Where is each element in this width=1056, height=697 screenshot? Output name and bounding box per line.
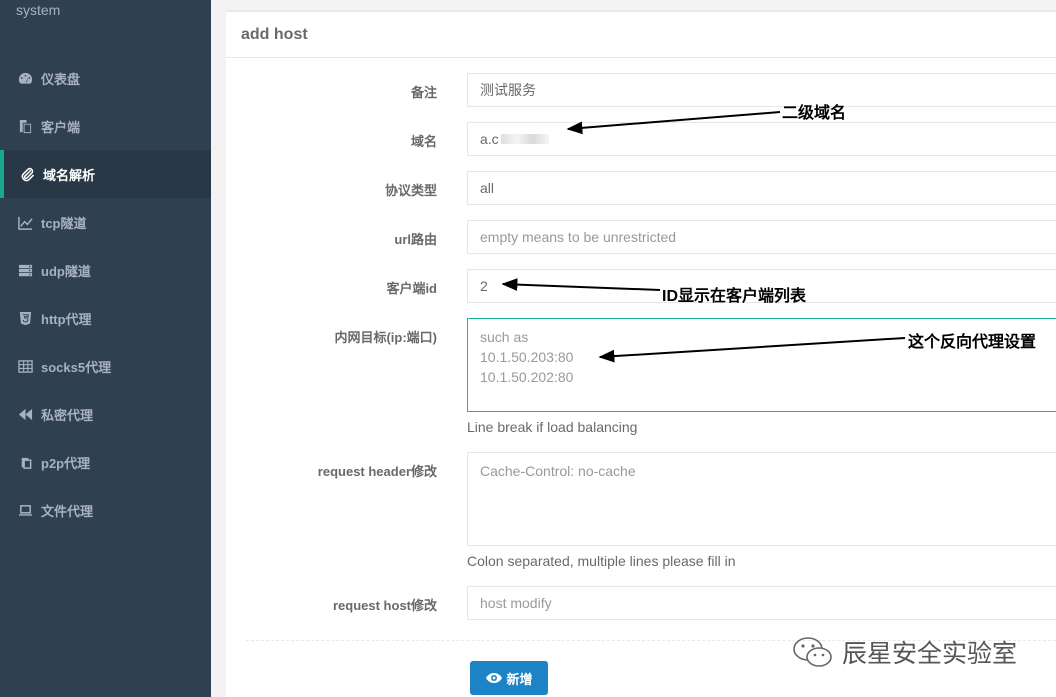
sidebar: system 仪表盘 客户端 域名解析 tcp隧道 udp隧道 http代理 s… [0, 0, 211, 697]
sidebar-item-label: udp隧道 [41, 263, 91, 279]
protocol-select[interactable]: all [467, 171, 1056, 205]
sidebar-item-label: p2p代理 [41, 455, 91, 471]
url-route-input[interactable]: empty means to be unrestricted [467, 220, 1056, 254]
sidebar-item-dashboard[interactable]: 仪表盘 [0, 54, 211, 102]
domain-label: 域名 [410, 134, 437, 149]
url-route-placeholder: empty means to be unrestricted [480, 229, 677, 245]
client-id-label: 客户端id [386, 281, 437, 296]
sidebar-item-label: 客户端 [41, 119, 81, 135]
watermark: 辰星安全实验室 [792, 634, 1017, 670]
sidebar-item-label: tcp隧道 [41, 215, 87, 231]
sidebar-item-p2p[interactable]: p2p代理 [0, 438, 211, 486]
paperclip-icon [18, 166, 36, 182]
sidebar-item-label: 私密代理 [41, 407, 94, 423]
sidebar-item-label: http代理 [41, 311, 92, 327]
panel-title: add host [226, 12, 1056, 58]
sidebar-item-domain[interactable]: 域名解析 [0, 150, 211, 198]
laptop-icon [16, 502, 34, 518]
add-button-label: 新增 [506, 671, 533, 687]
sidebar-item-label: 仪表盘 [41, 71, 81, 87]
backward-icon [16, 406, 34, 422]
request-header-textarea[interactable]: Cache-Control: no-cache [467, 452, 1056, 546]
sidebar-item-label: 域名解析 [43, 167, 96, 183]
sidebar-nav: 仪表盘 客户端 域名解析 tcp隧道 udp隧道 http代理 socks5代理… [0, 54, 211, 534]
target-line: such as [480, 329, 529, 345]
sidebar-item-clients[interactable]: 客户端 [0, 102, 211, 150]
eye-icon [486, 673, 503, 683]
clone-icon [16, 454, 34, 470]
protocol-label: 协议类型 [384, 183, 437, 198]
remark-input[interactable]: 测试服务 [467, 73, 1056, 107]
html5-icon [16, 310, 34, 326]
url-route-label: url路由 [394, 232, 437, 247]
target-line: 10.1.50.202:80 [480, 369, 574, 385]
sidebar-item-tcp[interactable]: tcp隧道 [0, 198, 211, 246]
request-header-help: Colon separated, multiple lines please f… [467, 553, 736, 569]
sidebar-item-file[interactable]: 文件代理 [0, 486, 211, 534]
request-host-label: request host修改 [332, 598, 437, 613]
add-button[interactable]: 新增 [470, 661, 548, 695]
client-id-value: 2 [480, 278, 488, 294]
domain-input[interactable]: a.c [467, 122, 1056, 156]
domain-value: a.c [480, 131, 499, 147]
table-icon [16, 358, 34, 374]
target-annotation: 这个反向代理设置 [908, 334, 1037, 351]
watermark-text: 辰星安全实验室 [842, 640, 1018, 668]
sidebar-item-secret[interactable]: 私密代理 [0, 390, 211, 438]
request-header-label: request header修改 [317, 464, 437, 479]
target-line: 10.1.50.203:80 [480, 349, 574, 365]
request-header-placeholder: Cache-Control: no-cache [480, 463, 636, 479]
sidebar-item-label: socks5代理 [41, 359, 112, 375]
target-help: Line break if load balancing [467, 419, 638, 435]
target-label: 内网目标(ip:端口) [334, 330, 437, 345]
request-host-placeholder: host modify [480, 595, 552, 611]
request-host-input[interactable]: host modify [467, 586, 1056, 620]
protocol-value: all [480, 180, 495, 196]
remark-label: 备注 [410, 85, 437, 100]
line-chart-icon [16, 214, 34, 230]
server-icon [16, 262, 34, 278]
sidebar-item-label: 文件代理 [41, 503, 94, 519]
dashboard-icon [16, 70, 34, 86]
system-label: system [16, 2, 61, 18]
sidebar-item-socks5[interactable]: socks5代理 [0, 342, 211, 390]
client-id-annotation: ID显示在客户端列表 [662, 288, 807, 305]
wechat-icon [793, 637, 832, 667]
sidebar-item-udp[interactable]: udp隧道 [0, 246, 211, 294]
copy-icon [16, 118, 34, 134]
remark-value: 测试服务 [480, 82, 536, 98]
redacted-blur [500, 134, 549, 144]
domain-annotation: 二级域名 [782, 105, 847, 122]
sidebar-item-http[interactable]: http代理 [0, 294, 211, 342]
